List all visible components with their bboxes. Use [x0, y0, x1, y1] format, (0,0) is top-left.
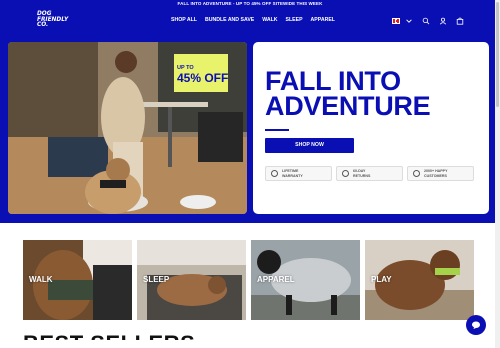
discount-badge: UP TO 45% OFF — [174, 54, 228, 92]
smile-icon — [413, 170, 420, 177]
site-header: DOG FRIENDLY CO. SHOP ALL BUNDLE AND SAV… — [0, 8, 500, 35]
hero-banner: UP TO 45% OFF FALL INTO ADVENTURE SHOP N… — [0, 35, 500, 223]
chevron-down-icon[interactable] — [404, 16, 413, 25]
category-apparel[interactable]: APPAREL — [251, 240, 360, 320]
page-bottom-fade — [0, 340, 495, 348]
hero-title-line-2: ADVENTURE — [265, 91, 431, 121]
cart-icon[interactable] — [455, 16, 464, 25]
search-icon[interactable] — [421, 16, 430, 25]
perk-label: 2000+ HAPPY CUSTOMERS — [424, 169, 448, 178]
brand-logo[interactable]: DOG FRIENDLY CO. — [37, 11, 71, 29]
category-label: APPAREL — [257, 275, 295, 284]
perk-lifetime-warranty: LIFETIME WARRANTY — [265, 166, 332, 181]
category-label: PLAY — [371, 275, 392, 284]
header-actions — [392, 16, 464, 25]
scrollbar-thumb[interactable] — [496, 2, 499, 107]
main-nav: SHOP ALL BUNDLE AND SAVE WALK SLEEP APPA… — [171, 17, 343, 23]
category-play[interactable]: PLAY — [365, 240, 474, 320]
perk-returns: 60-DAY RETURNS — [336, 166, 403, 181]
perks-row: LIFETIME WARRANTY 60-DAY RETURNS 2000+ H… — [265, 166, 474, 181]
category-sleep[interactable]: SLEEP — [137, 240, 246, 320]
nav-sleep[interactable]: SLEEP — [286, 17, 303, 23]
page-scrollbar[interactable] — [495, 0, 500, 348]
category-walk[interactable]: WALK — [23, 240, 132, 320]
category-label: WALK — [29, 275, 53, 284]
logo-line-3: CO. — [37, 22, 49, 29]
announcement-bar[interactable]: FALL INTO ADVENTURE - UP TO 45% OFF SITE… — [0, 0, 500, 8]
hero-photo[interactable]: UP TO 45% OFF — [8, 42, 247, 214]
shield-icon — [271, 170, 278, 177]
perk-happy-customers: 2000+ HAPPY CUSTOMERS — [407, 166, 474, 181]
chat-button[interactable] — [466, 315, 486, 335]
perk-label: 60-DAY RETURNS — [353, 169, 371, 178]
hero-title: FALL INTO ADVENTURE — [265, 68, 485, 121]
category-label: SLEEP — [143, 275, 170, 284]
hero-divider — [265, 129, 289, 131]
nav-shop-all[interactable]: SHOP ALL — [171, 17, 197, 23]
nav-walk[interactable]: WALK — [262, 17, 277, 23]
nav-bundle-and-save[interactable]: BUNDLE AND SAVE — [205, 17, 254, 23]
category-grid: WALK SLEEP APPAREL PLAY — [23, 240, 474, 320]
nav-apparel[interactable]: APPAREL — [311, 17, 335, 23]
shop-now-button[interactable]: SHOP NOW — [265, 138, 354, 153]
badge-percent-off: 45% OFF — [177, 71, 229, 85]
hero-promo-card: FALL INTO ADVENTURE SHOP NOW LIFETIME WA… — [253, 42, 489, 214]
account-icon[interactable] — [438, 16, 447, 25]
canada-flag-icon[interactable] — [392, 17, 400, 24]
return-icon — [342, 170, 349, 177]
chat-bubble-icon — [472, 321, 480, 329]
perk-label: LIFETIME WARRANTY — [282, 169, 303, 178]
